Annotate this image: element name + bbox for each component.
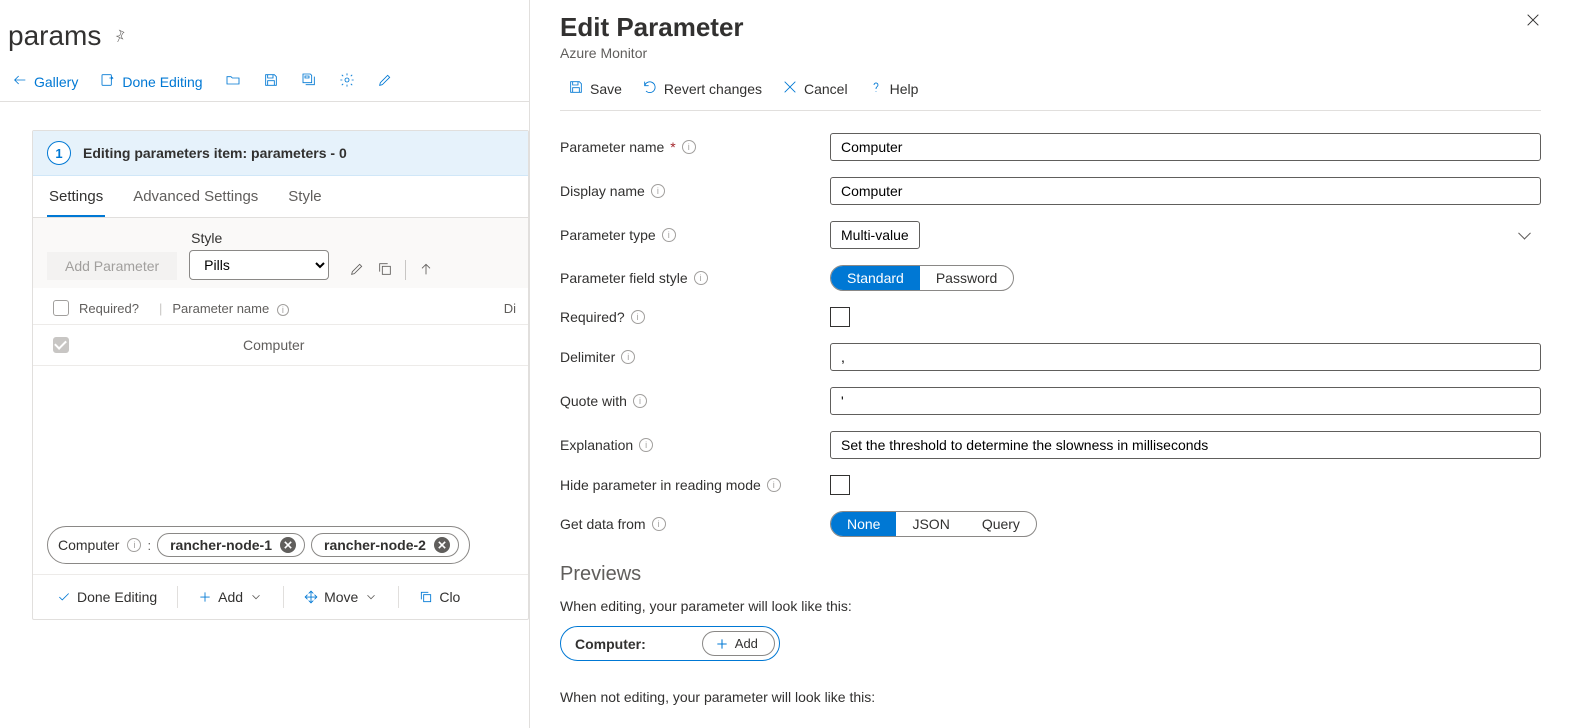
fieldstyle-password[interactable]: Password: [920, 266, 1013, 290]
preview-add-button[interactable]: Add: [702, 631, 775, 656]
paramtype-select[interactable]: Multi-value: [830, 221, 920, 249]
add-parameter-button[interactable]: Add Parameter: [47, 252, 177, 280]
open-icon: [225, 72, 241, 91]
info-icon: i: [277, 304, 289, 316]
add-bottom-button[interactable]: Add: [188, 585, 273, 609]
col-required-header: Required?: [79, 301, 149, 316]
tab-settings[interactable]: Settings: [47, 176, 105, 217]
preview-nonediting-hint: When not editing, your parameter will lo…: [560, 661, 1541, 717]
info-icon: i: [621, 350, 635, 364]
panel-title: Edit Parameter: [560, 12, 744, 43]
previews-heading: Previews: [560, 545, 1541, 594]
computer-pills-input[interactable]: Computer i : rancher-node-1 rancher-node…: [47, 526, 470, 564]
pencil-icon: [377, 72, 393, 91]
paramname-label: Parameter name* i: [560, 139, 820, 155]
pill-value[interactable]: rancher-node-1: [157, 533, 305, 557]
explanation-input[interactable]: [830, 431, 1541, 459]
open-icon-button[interactable]: [217, 68, 249, 95]
parameters-editor-card: 1 Editing parameters item: parameters - …: [32, 130, 529, 620]
preview-editing-pill[interactable]: Computer: Add: [560, 626, 780, 661]
row-paramname: Computer: [159, 337, 304, 353]
divider: [405, 260, 406, 280]
hide-label: Hide parameter in reading mode i: [560, 477, 820, 493]
done-editing-button[interactable]: Done Editing: [92, 68, 210, 95]
info-icon: i: [127, 538, 141, 552]
displayname-input[interactable]: [830, 177, 1541, 205]
info-icon: i: [631, 310, 645, 324]
help-button[interactable]: Help: [860, 75, 927, 102]
required-label: Required? i: [560, 309, 820, 325]
save-button[interactable]: Save: [560, 75, 630, 102]
done-editing-bottom-button[interactable]: Done Editing: [47, 585, 167, 609]
hide-checkbox[interactable]: [830, 475, 850, 495]
quote-input[interactable]: [830, 387, 1541, 415]
info-icon: i: [652, 517, 666, 531]
clone-bottom-button[interactable]: Clo: [409, 585, 470, 609]
card-title: Editing parameters item: parameters - 0: [83, 145, 347, 161]
pill-value[interactable]: rancher-node-2: [311, 533, 459, 557]
panel-subtitle: Azure Monitor: [560, 45, 744, 61]
page-title: params: [8, 20, 101, 52]
remove-pill-icon[interactable]: [434, 537, 450, 553]
getdata-label: Get data from i: [560, 516, 820, 532]
style-select[interactable]: Pills: [189, 250, 329, 280]
info-icon: i: [633, 394, 647, 408]
paramtype-label: Parameter type i: [560, 227, 820, 243]
info-icon: i: [662, 228, 676, 242]
preview-pill-label: Computer:: [575, 636, 646, 652]
style-label: Style: [189, 230, 329, 246]
paramname-input[interactable]: [830, 133, 1541, 161]
done-editing-label: Done Editing: [122, 74, 202, 90]
select-all-checkbox[interactable]: [53, 300, 69, 316]
displayname-label: Display name i: [560, 183, 820, 199]
cancel-button[interactable]: Cancel: [774, 75, 856, 102]
gear-icon: [339, 72, 355, 91]
saveas-icon-button[interactable]: [293, 68, 325, 95]
move-bottom-button[interactable]: Move: [294, 585, 388, 609]
main-toolbar: Gallery Done Editing: [0, 62, 529, 102]
copy-row-icon[interactable]: [377, 261, 393, 280]
save-icon-button[interactable]: [255, 68, 287, 95]
explanation-label: Explanation i: [560, 437, 820, 453]
info-icon: i: [694, 271, 708, 285]
getdata-none[interactable]: None: [831, 512, 896, 536]
edit-icon-button[interactable]: [369, 68, 401, 95]
arrow-left-icon: [12, 72, 28, 91]
pills-label: Computer: [58, 537, 121, 553]
gallery-label: Gallery: [34, 74, 78, 90]
delimiter-input[interactable]: [830, 343, 1541, 371]
close-icon[interactable]: [1525, 12, 1541, 31]
move-up-icon[interactable]: [418, 261, 434, 280]
remove-pill-icon[interactable]: [280, 537, 296, 553]
save-icon: [263, 72, 279, 91]
info-icon: i: [682, 140, 696, 154]
col-di-header: Di: [500, 301, 522, 316]
step-badge: 1: [47, 141, 71, 165]
tab-style[interactable]: Style: [286, 176, 323, 217]
info-icon: i: [767, 478, 781, 492]
tab-advanced-settings[interactable]: Advanced Settings: [131, 176, 260, 217]
done-editing-icon: [100, 72, 116, 91]
col-paramname-header: Parameter name i: [172, 301, 490, 316]
table-row[interactable]: Computer: [33, 325, 528, 366]
delimiter-label: Delimiter i: [560, 349, 820, 365]
required-checkbox[interactable]: [830, 307, 850, 327]
quote-label: Quote with i: [560, 393, 820, 409]
revert-button[interactable]: Revert changes: [634, 75, 770, 102]
fieldstyle-toggle[interactable]: Standard Password: [830, 265, 1014, 291]
row-checkbox[interactable]: [53, 337, 69, 353]
settings-icon-button[interactable]: [331, 68, 363, 95]
info-icon: i: [639, 438, 653, 452]
fieldstyle-standard[interactable]: Standard: [831, 266, 920, 290]
getdata-query[interactable]: Query: [966, 512, 1036, 536]
pin-icon[interactable]: [113, 28, 127, 45]
save-multi-icon: [301, 72, 317, 91]
info-icon: i: [651, 184, 665, 198]
gallery-button[interactable]: Gallery: [4, 68, 86, 95]
fieldstyle-label: Parameter field style i: [560, 270, 820, 286]
getdata-toggle[interactable]: None JSON Query: [830, 511, 1037, 537]
preview-editing-hint: When editing, your parameter will look l…: [560, 594, 1541, 626]
edit-row-icon[interactable]: [349, 261, 365, 280]
getdata-json[interactable]: JSON: [896, 512, 965, 536]
